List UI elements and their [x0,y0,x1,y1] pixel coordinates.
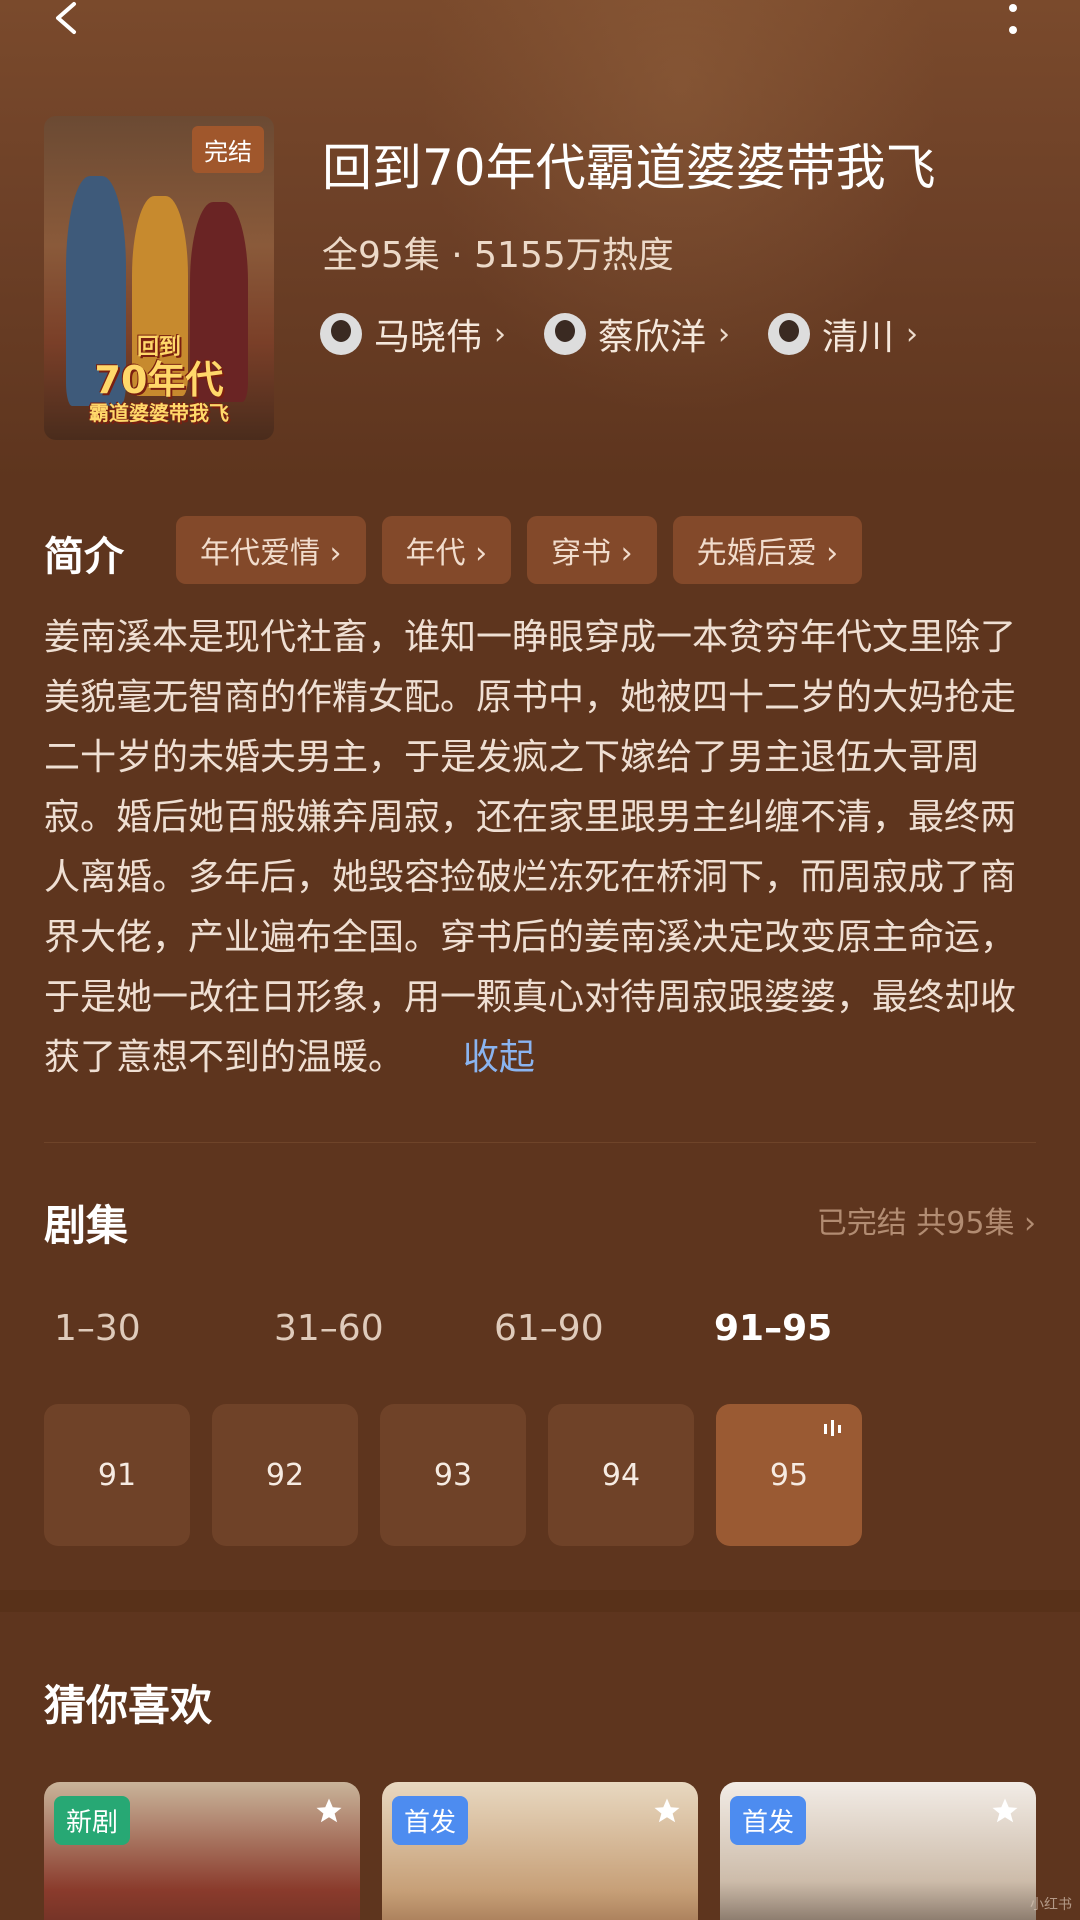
section-separator [0,1590,1080,1612]
cover-status-badge: 完结 [192,126,264,173]
chevron-right-icon: › [494,316,507,352]
tag-chip[interactable]: 年代 › [381,516,512,584]
cast-name: 蔡欣洋 [598,317,707,358]
playing-indicator-icon [824,1420,841,1436]
episode-button[interactable]: 91 [44,1404,190,1546]
range-tab[interactable]: 61–90 [494,1308,714,1349]
watermark: 小红书 [1030,1897,1072,1913]
first-release-badge: 首发 [730,1796,807,1845]
collapse-link[interactable]: 收起 [463,1037,535,1078]
episode-range-tabs: 1–30 31–60 61–90 91–95 [54,1308,934,1349]
more-vertical-icon[interactable] [998,2,1028,42]
range-tab-active[interactable]: 91–95 [714,1308,934,1349]
range-tab[interactable]: 31–60 [274,1308,494,1349]
cast-item[interactable]: 马晓伟 › [320,308,506,360]
episode-number: 95 [769,1457,809,1493]
episode-grid: 91 92 93 94 95 [44,1404,862,1546]
synopsis: 姜南溪本是现代社畜，谁知一睁眼穿成一本贫穷年代文里除了美貌毫无智商的作精女配。原… [44,608,1036,1088]
cast-item[interactable]: 清川 › [768,308,918,360]
cast-list: 马晓伟 › 蔡欣洋 › 清川 › [320,308,918,360]
recommend-card[interactable]: 首发 [382,1782,698,1920]
avatar [320,313,362,355]
tag-list: 年代爱情 › 年代 › 穿书 › 先婚后爱 › [176,516,863,584]
episodes-status-link[interactable]: 已完结 共95集 › [817,1198,1036,1242]
chevron-left-icon[interactable] [48,0,88,40]
intro-heading: 简介 [44,534,124,580]
show-cover[interactable]: 完结 回到 70年代 霸道婆婆带我飞 [44,116,274,440]
tag-chip[interactable]: 先婚后爱 › [672,516,863,584]
chevron-right-icon: › [906,316,919,352]
avatar [768,313,811,355]
show-title: 回到70年代霸道婆婆带我飞 [322,139,936,197]
tag-chip[interactable]: 穿书 › [527,516,657,584]
recommend-card[interactable]: 新剧 [44,1782,360,1920]
episode-button[interactable]: 94 [548,1404,694,1546]
first-release-badge: 首发 [392,1796,469,1845]
chevron-right-icon: › [718,316,731,352]
episode-button-active[interactable]: 95 [716,1404,862,1546]
recommend-card[interactable]: 首发 [720,1782,1036,1920]
cast-name: 马晓伟 [374,317,483,358]
show-meta: 全95集 · 5155万热度 [322,235,674,276]
range-tab[interactable]: 1–30 [54,1308,274,1349]
episodes-heading: 剧集 [44,1201,129,1250]
cast-item[interactable]: 蔡欣洋 › [544,308,730,360]
recommend-heading: 猜你喜欢 [44,1681,213,1730]
episode-button[interactable]: 92 [212,1404,358,1546]
cast-name: 清川 [822,317,895,358]
episode-button[interactable]: 93 [380,1404,526,1546]
synopsis-text: 姜南溪本是现代社畜，谁知一睁眼穿成一本贫穷年代文里除了美貌毫无智商的作精女配。原… [44,617,1017,1078]
tag-chip[interactable]: 年代爱情 › [176,516,366,584]
divider [44,1142,1036,1143]
new-badge: 新剧 [54,1796,131,1845]
recommend-list: 新剧 首发 首发 [44,1782,1036,1920]
star-icon[interactable] [314,1796,344,1826]
avatar [544,313,587,355]
star-icon[interactable] [990,1796,1020,1826]
poster-title: 回到 70年代 霸道婆婆带我飞 [89,335,229,425]
top-bar [0,0,1080,60]
star-icon[interactable] [652,1796,682,1826]
